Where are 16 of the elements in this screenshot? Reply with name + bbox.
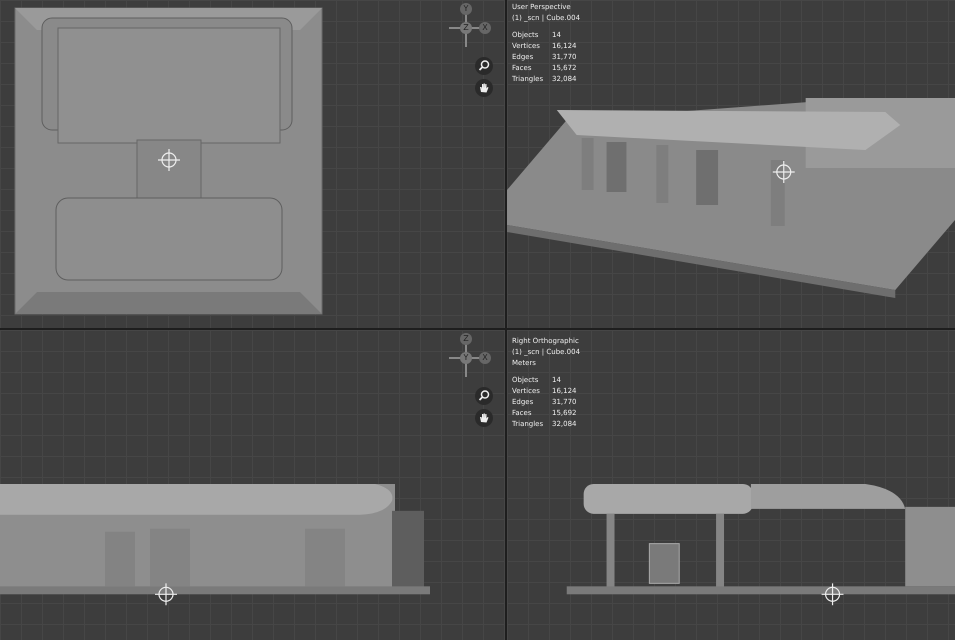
axis-label[interactable]: X (479, 22, 491, 34)
crosshair-icon (772, 161, 795, 183)
axis-label[interactable]: Z (460, 333, 472, 345)
axis-gizmo[interactable]: Z Y X (441, 333, 491, 383)
crosshair-icon (158, 149, 180, 171)
hand-icon[interactable] (475, 409, 493, 427)
axis-label[interactable]: Z (460, 22, 472, 34)
crosshair-icon (155, 583, 177, 606)
axis-label[interactable]: Y (460, 3, 472, 15)
hand-icon[interactable] (475, 79, 493, 97)
crosshair-icon (822, 583, 844, 606)
axis-label[interactable]: X (479, 352, 491, 364)
zoom-icon[interactable] (475, 387, 493, 405)
axis-label[interactable]: Y (460, 352, 472, 364)
axis-gizmo[interactable]: Y Z X (441, 3, 491, 53)
zoom-icon[interactable] (475, 57, 493, 75)
